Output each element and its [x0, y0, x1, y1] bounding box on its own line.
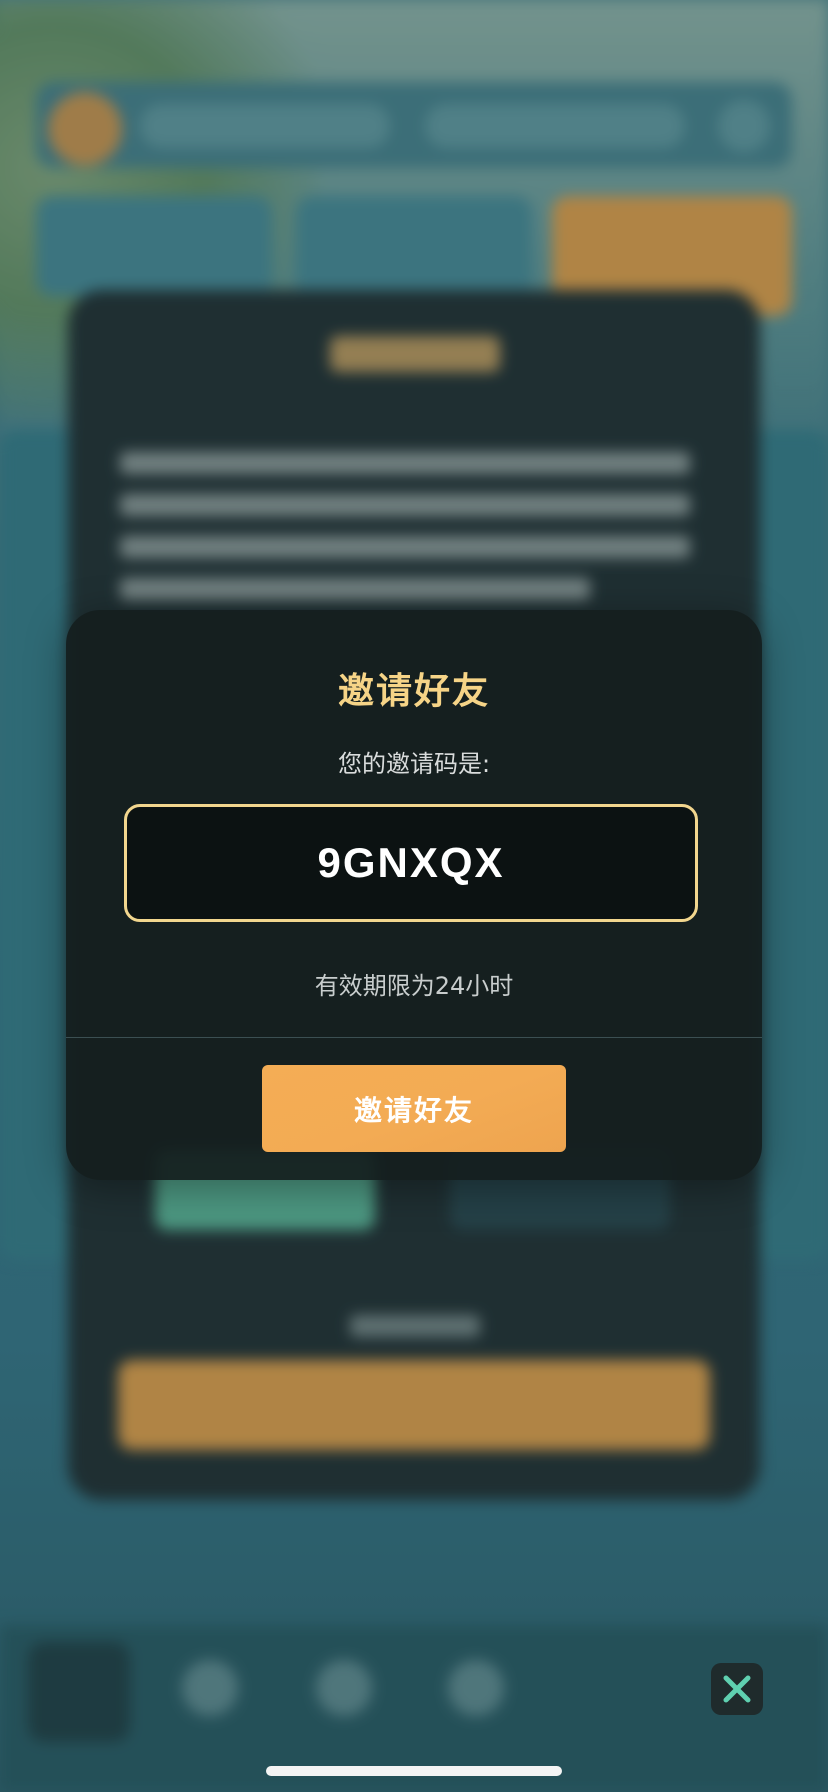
invite-code-value[interactable]: 9GNXQX — [317, 839, 504, 887]
invite-friends-dialog: 邀请好友 您的邀请码是: 9GNXQX 有效期限为24小时 邀请好友 — [66, 610, 762, 1180]
invite-code-label: 您的邀请码是: — [337, 750, 491, 778]
invite-friends-button[interactable]: 邀请好友 — [262, 1065, 566, 1152]
invite-code-box[interactable]: 9GNXQX — [124, 804, 698, 922]
home-indicator — [266, 1766, 562, 1776]
invite-friends-button-label: 邀请好友 — [353, 1094, 474, 1126]
close-button[interactable] — [711, 1663, 763, 1715]
validity-note: 有效期限为24小时 — [314, 972, 514, 1000]
close-icon — [723, 1675, 751, 1703]
dialog-title: 邀请好友 — [337, 671, 490, 712]
dialog-divider — [66, 1037, 762, 1038]
screen: 邀请好友 您的邀请码是: 9GNXQX 有效期限为24小时 邀请好友 — [0, 0, 828, 1792]
